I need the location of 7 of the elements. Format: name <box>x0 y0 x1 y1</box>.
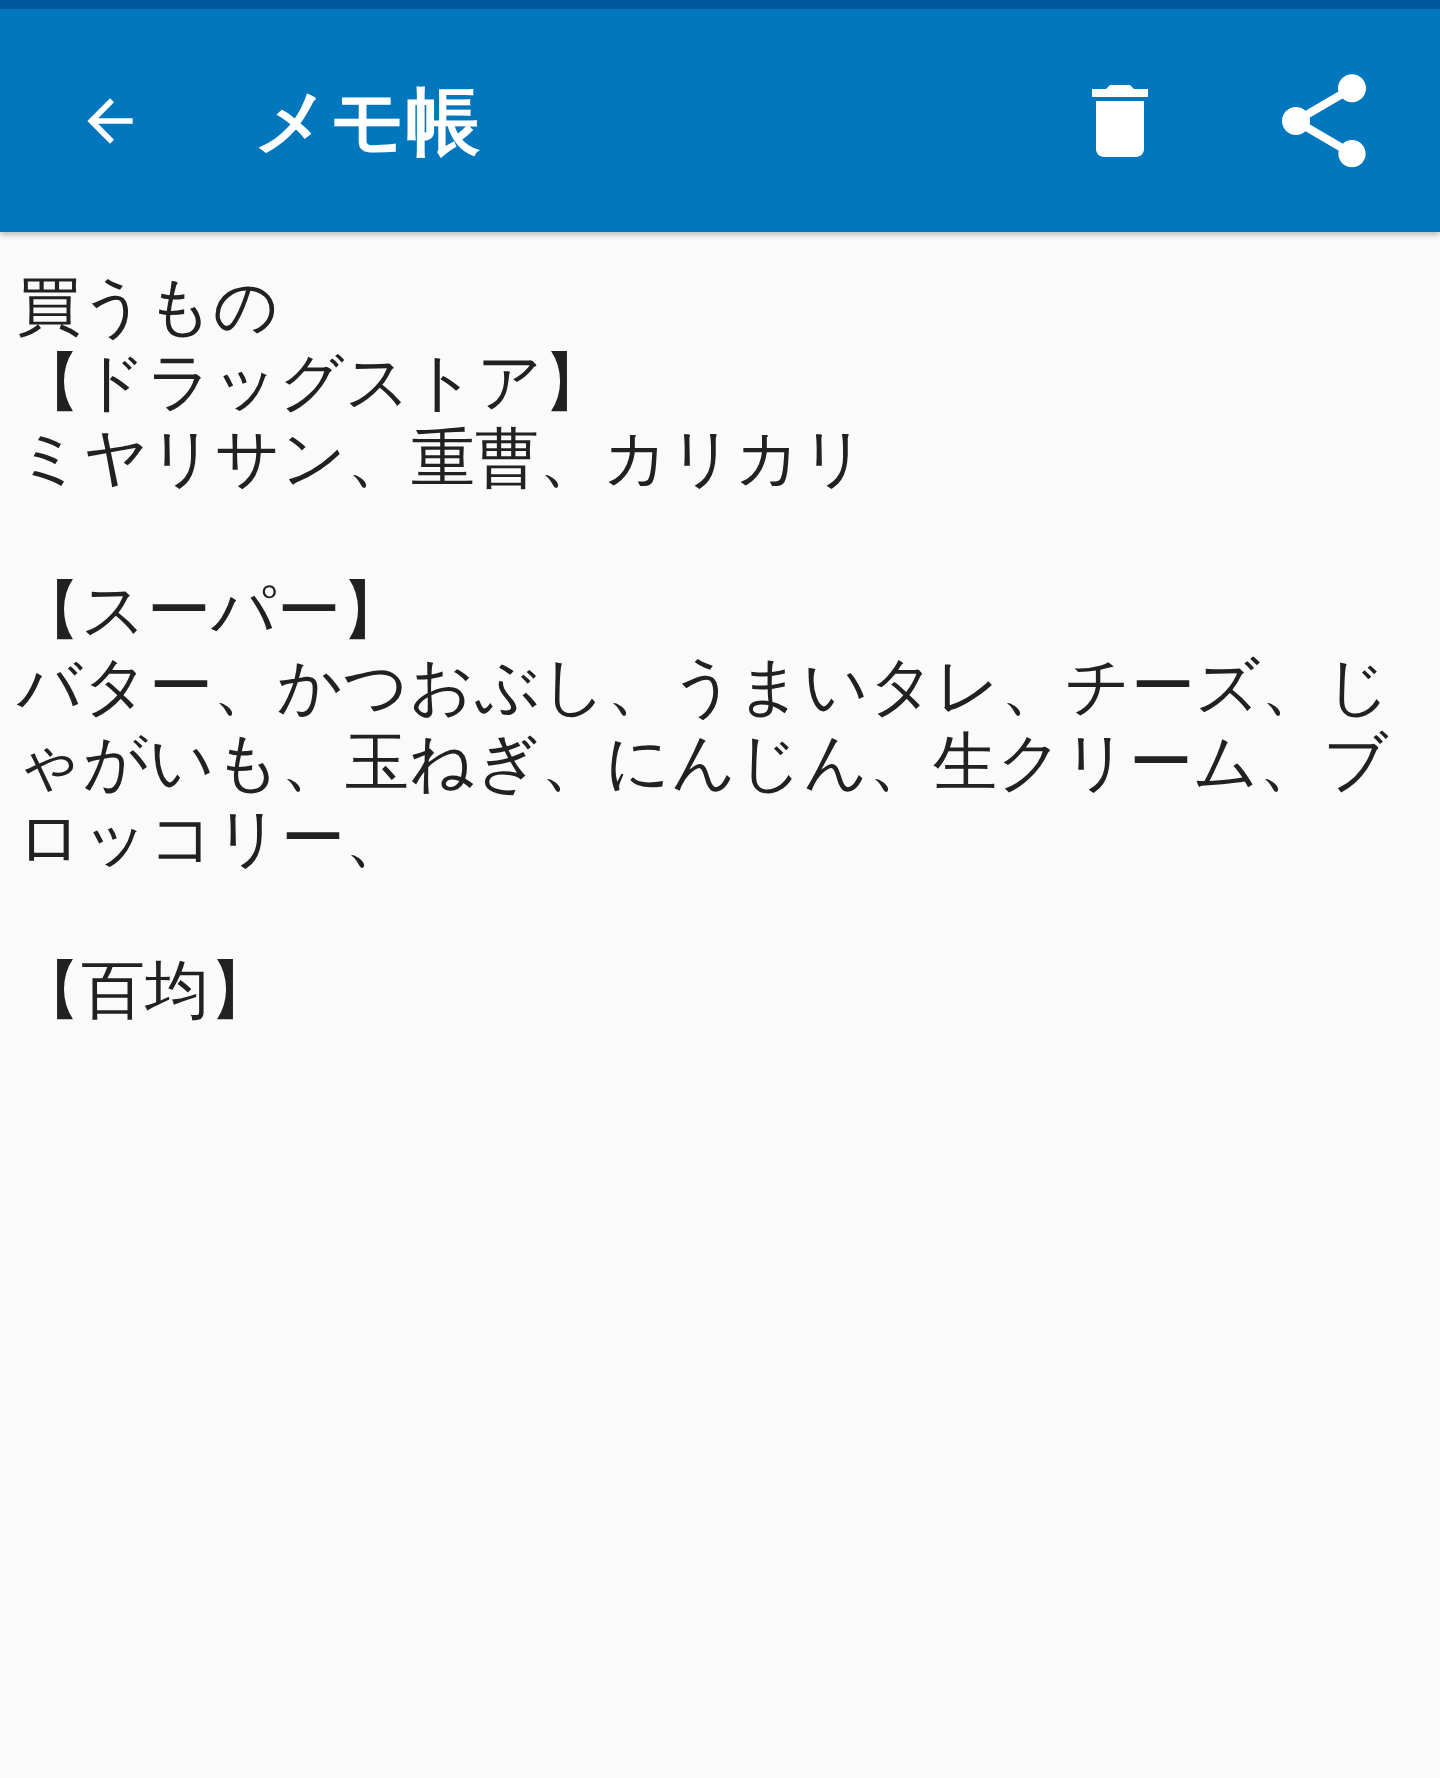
note-text-line: 【ドラッグストア】 <box>17 344 608 420</box>
note-text-line: ミヤリサン、重曹、カリカリ <box>17 420 868 496</box>
note-text-line: 【百均】 <box>17 952 274 1028</box>
app-title: メモ帳 <box>254 83 480 158</box>
note-text-line: 【スーパー】 <box>17 572 406 648</box>
note-text-line: バター、かつおぶし、うまいタレ、チーズ、じゃがいも、玉ねぎ、にんじん、生クリーム、ブロッコリー、 <box>17 648 1392 876</box>
note-text-line: 買うもの <box>17 268 280 344</box>
